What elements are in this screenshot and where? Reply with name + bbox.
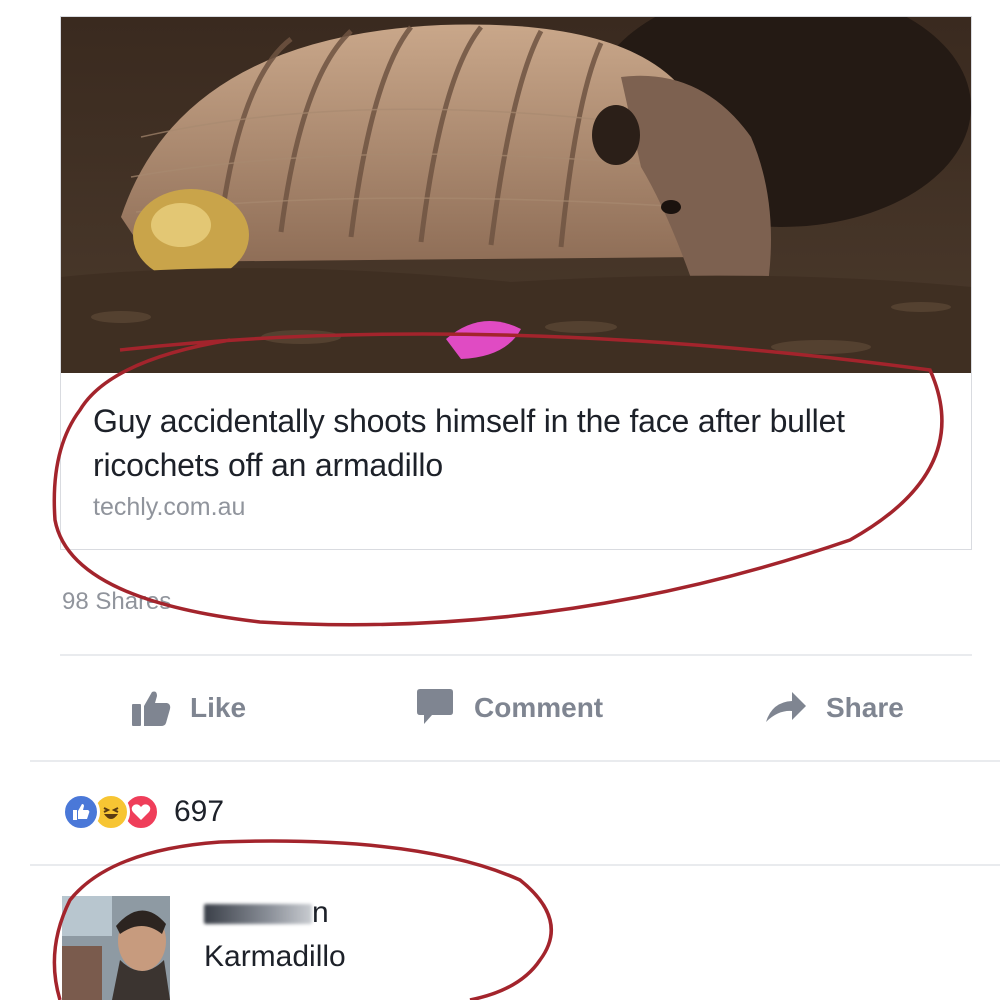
comment-bubble-icon: [417, 689, 453, 724]
share-button[interactable]: Share: [764, 684, 904, 732]
divider-middle: [30, 760, 1000, 762]
share-label: Share: [826, 692, 904, 723]
link-preview-card[interactable]: Guy accidentally shoots himself in the f…: [60, 16, 972, 550]
share-count[interactable]: 98 Shares: [62, 588, 171, 616]
like-label: Like: [190, 692, 247, 723]
commenter-name-suffix[interactable]: n: [312, 896, 329, 930]
link-title[interactable]: Guy accidentally shoots himself in the f…: [93, 399, 953, 487]
share-arrow-icon: [766, 692, 806, 722]
divider-bottom: [30, 864, 1000, 866]
like-button[interactable]: Like: [130, 684, 246, 732]
like-reaction-icon: [62, 793, 100, 831]
reaction-summary[interactable]: 697: [62, 792, 224, 832]
comment-label: Comment: [474, 692, 604, 723]
commenter-name-redacted: [204, 904, 312, 924]
thumbs-up-icon: [132, 691, 171, 726]
comment-button[interactable]: Comment: [414, 684, 603, 732]
link-domain: techly.com.au: [93, 493, 246, 521]
armadillo-photo[interactable]: [61, 17, 971, 373]
reaction-count: 697: [174, 795, 225, 828]
divider-top: [60, 654, 972, 656]
commenter-avatar[interactable]: [62, 896, 170, 1000]
comment-text: Karmadillo: [204, 940, 346, 973]
